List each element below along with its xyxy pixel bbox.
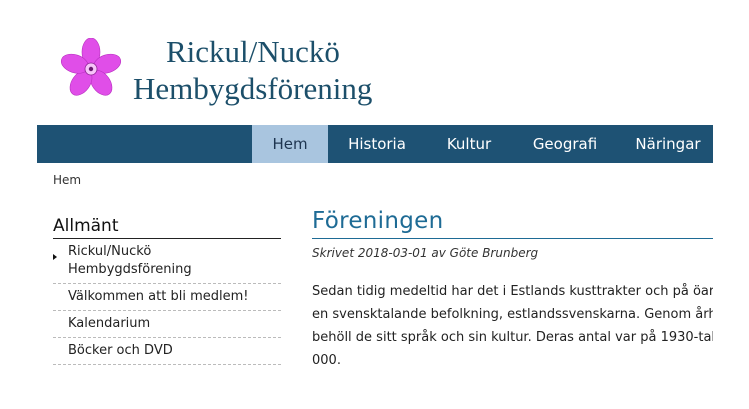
sidebar-item-label: Kalendarium	[68, 316, 151, 331]
nav-item-historia[interactable]: Historia	[328, 125, 426, 163]
sidebar-item-bocker-dvd[interactable]: Böcker och DVD	[53, 338, 281, 365]
sidebar: Allmänt Rickul/Nuckö Hembygdsförening Vä…	[53, 215, 281, 365]
sidebar-list: Rickul/Nuckö Hembygdsförening Välkommen …	[53, 239, 281, 365]
article-body-line: 000.	[312, 353, 341, 368]
breadcrumb: Hem	[53, 173, 81, 187]
site-title[interactable]: Rickul/Nuckö Hembygdsförening	[133, 33, 463, 107]
article-body: Sedan tidig medeltid har det i Estlands …	[312, 280, 713, 372]
sidebar-item-label: Rickul/Nuckö	[68, 244, 152, 259]
site-title-line1: Rickul/Nuckö	[166, 34, 340, 69]
article-byline: Skrivet 2018-03-01 av Göte Brunberg	[312, 246, 539, 260]
main-nav: Hem Historia Kultur Geografi Näringar	[37, 125, 713, 163]
triangle-right-icon	[53, 254, 57, 260]
sidebar-item-label: Böcker och DVD	[68, 343, 173, 358]
site-title-line2: Hembygdsförening	[133, 71, 373, 106]
article-body-line: behöll de sitt språk och sin kultur. Der…	[312, 330, 713, 345]
breadcrumb-item-hem[interactable]: Hem	[53, 173, 81, 187]
nav-item-kultur[interactable]: Kultur	[426, 125, 512, 163]
sidebar-item-kalendarium[interactable]: Kalendarium	[53, 311, 281, 338]
article: Föreningen Skrivet 2018-03-01 av Göte Br…	[312, 205, 749, 372]
nav-item-hem[interactable]: Hem	[252, 125, 328, 163]
article-title: Föreningen	[312, 205, 713, 239]
sidebar-heading: Allmänt	[53, 215, 281, 239]
sidebar-item-rickul-nucko[interactable]: Rickul/Nuckö Hembygdsförening	[53, 239, 281, 284]
sidebar-item-valkommen[interactable]: Välkommen att bli medlem!	[53, 284, 281, 311]
article-body-line: Sedan tidig medeltid har det i Estlands …	[312, 284, 713, 299]
nav-item-naringar[interactable]: Näringar	[618, 125, 713, 163]
pink-flower-icon	[60, 38, 122, 96]
article-body-line: en svensktalande befolkning, estlandssve…	[312, 307, 713, 322]
sidebar-item-label: Hembygdsförening	[68, 262, 192, 277]
sidebar-item-label: Välkommen att bli medlem!	[68, 289, 249, 304]
nav-item-geografi[interactable]: Geografi	[512, 125, 618, 163]
